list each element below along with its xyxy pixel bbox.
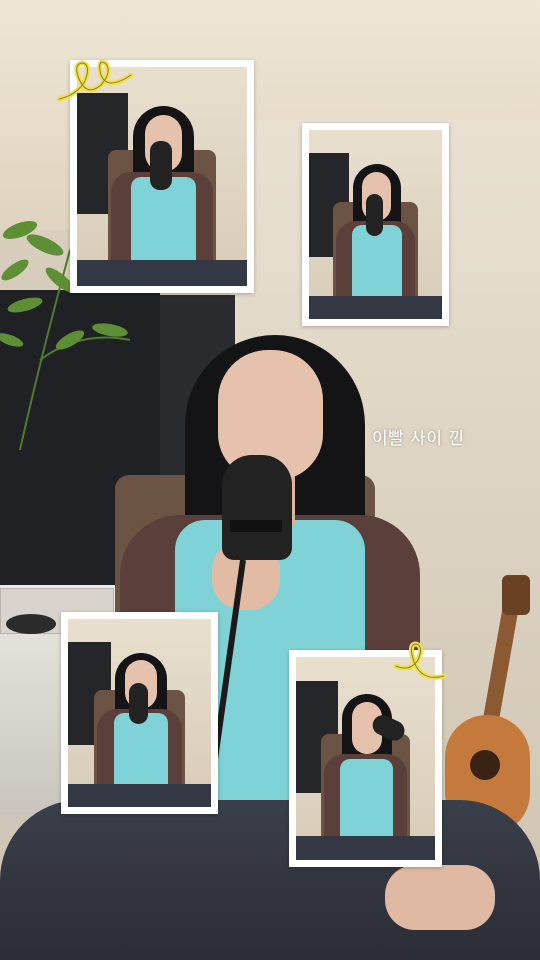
inset-jeans	[77, 259, 247, 286]
inset-microphone	[150, 141, 173, 190]
inset-microphone	[366, 194, 384, 236]
lyric-caption: 이빨 사이 낀	[372, 429, 465, 449]
singer-hand-on-knee	[385, 865, 495, 930]
inset-photo-top-right	[302, 123, 449, 326]
microphone	[222, 455, 292, 560]
yellow-squiggle-icon	[56, 59, 134, 102]
inset-microphone	[129, 682, 149, 725]
guitar-headstock	[502, 575, 530, 615]
inset-photo-content	[68, 619, 211, 807]
guitar-soundhole	[470, 750, 500, 780]
microphone-label	[230, 520, 282, 532]
inset-jeans	[309, 296, 442, 319]
vinyl-record	[6, 614, 56, 634]
inset-jeans	[68, 784, 211, 807]
inset-photo-bottom-left	[61, 612, 218, 814]
inset-photo-content	[309, 130, 442, 319]
yellow-squiggle-icon	[393, 641, 447, 680]
inset-jeans	[296, 835, 435, 860]
